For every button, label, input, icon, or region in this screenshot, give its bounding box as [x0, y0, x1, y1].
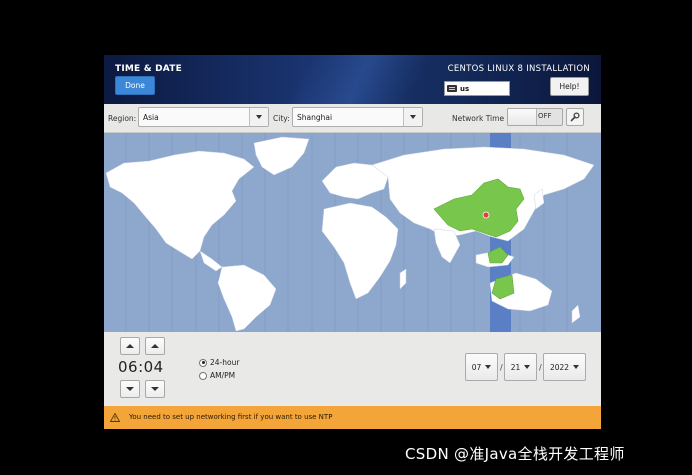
format-ampm-label: AM/PM [210, 371, 236, 380]
page-title: TIME & DATE [115, 64, 182, 74]
arrow-up-icon [151, 344, 159, 348]
chevron-down-icon [573, 365, 580, 369]
wrench-icon [570, 112, 580, 122]
time-date-controls: 06:04 24-hour AM/PM 07 / 21 / 2022 [104, 332, 601, 406]
city-label: City: [273, 114, 290, 123]
ntp-settings-button[interactable] [566, 108, 584, 126]
chevron-down-icon [249, 108, 268, 126]
warning-icon [110, 413, 120, 422]
radio-checked-icon [199, 358, 207, 367]
arrow-up-icon [126, 344, 134, 348]
city-location-marker [482, 211, 490, 219]
done-button[interactable]: Done [115, 76, 155, 95]
year-value: 2022 [549, 362, 570, 372]
region-label: Region: [108, 114, 137, 123]
city-value: Shanghai [297, 112, 333, 122]
ntp-warning-text: You need to set up networking first if y… [129, 413, 333, 421]
time-display: 06:04 [118, 358, 164, 376]
day-value: 21 [510, 362, 521, 372]
network-time-toggle[interactable]: OFF [507, 108, 563, 126]
format-24h-label: 24-hour [210, 358, 240, 367]
installer-window: TIME & DATE Done CENTOS LINUX 8 INSTALLA… [104, 55, 601, 429]
month-value: 07 [471, 362, 482, 372]
ntp-warning-bar: You need to set up networking first if y… [104, 406, 601, 429]
world-map [105, 133, 595, 332]
chevron-down-icon [403, 108, 422, 126]
day-dropdown[interactable]: 21 [504, 353, 537, 381]
hour-up-button[interactable] [120, 337, 140, 355]
keyboard-layout-indicator[interactable]: us [444, 81, 510, 96]
chevron-down-icon [485, 365, 492, 369]
format-ampm-option[interactable]: AM/PM [199, 371, 235, 380]
radio-unchecked-icon [199, 371, 207, 380]
city-dropdown[interactable]: Shanghai [292, 107, 423, 127]
region-value: Asia [143, 112, 159, 122]
timezone-toolbar: Region: Asia City: Shanghai Network Time… [104, 104, 601, 133]
month-dropdown[interactable]: 07 [465, 353, 498, 381]
network-time-state: OFF [538, 112, 552, 120]
format-24h-option[interactable]: 24-hour [199, 358, 239, 367]
minute-down-button[interactable] [145, 380, 165, 398]
chevron-down-icon [524, 365, 531, 369]
help-button[interactable]: Help! [550, 77, 589, 96]
keyboard-icon [447, 85, 457, 92]
date-separator: / [539, 363, 542, 372]
keyboard-layout-label: us [460, 84, 470, 93]
arrow-down-icon [126, 387, 134, 391]
minute-up-button[interactable] [145, 337, 165, 355]
watermark-text: CSDN @准Java全栈开发工程师 [405, 445, 625, 463]
header-bar: TIME & DATE Done CENTOS LINUX 8 INSTALLA… [104, 55, 601, 104]
installation-title: CENTOS LINUX 8 INSTALLATION [447, 64, 590, 74]
hour-down-button[interactable] [120, 380, 140, 398]
year-dropdown[interactable]: 2022 [543, 353, 586, 381]
region-dropdown[interactable]: Asia [138, 107, 269, 127]
network-time-label: Network Time [452, 114, 505, 123]
timezone-map[interactable] [104, 133, 601, 332]
arrow-down-icon [151, 387, 159, 391]
date-separator: / [500, 363, 503, 372]
